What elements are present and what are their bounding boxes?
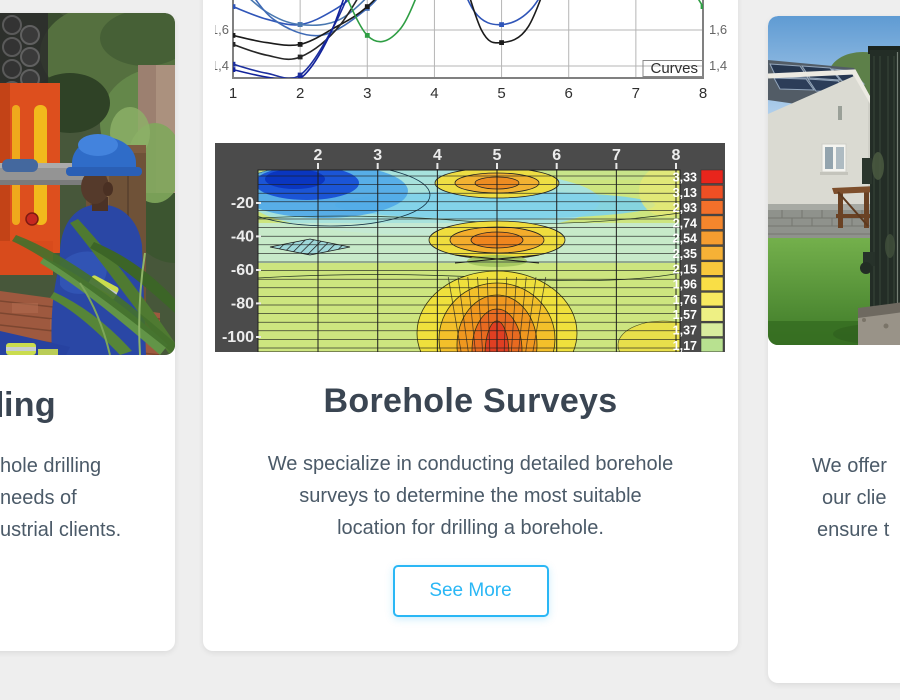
service-card-drilling: ing hole drilling needs of ustrial clien… [0, 13, 175, 651]
svg-text:3: 3 [363, 85, 371, 102]
body-line: location for drilling a borehole. [203, 512, 738, 544]
svg-text:5: 5 [497, 85, 505, 102]
svg-text:8: 8 [672, 147, 681, 164]
service-card-borehole-surveys: 1 2 3 4 5 6 7 8 1,8 1,8 1,6 1,6 1,4 1,4 Curves [203, 0, 738, 651]
center-card-body: We specialize in conducting detailed bor… [203, 448, 738, 544]
svg-text:6: 6 [565, 85, 573, 102]
house-borehole-pump-photo [768, 16, 900, 345]
drilling-rig-worker-photo-art [0, 13, 175, 355]
svg-text:3,33: 3,33 [673, 171, 697, 185]
svg-text:1,8: 1,8 [215, 0, 229, 1]
svg-text:2,74: 2,74 [673, 216, 697, 230]
left-card-body-fragment: hole drilling [0, 450, 101, 482]
svg-text:6: 6 [552, 147, 561, 164]
right-card-body-fragment: our clie [822, 482, 886, 514]
svg-text:Curves: Curves [650, 60, 698, 77]
svg-text:7: 7 [612, 147, 621, 164]
resistivity-contour-chart: 2 3 4 5 6 7 8 -20 -40 -60 -80 -100 3,333,132,932,74 2… [215, 143, 734, 352]
service-card-right: We offer our clie ensure t [768, 16, 900, 683]
body-line: We specialize in conducting detailed bor… [203, 448, 738, 480]
svg-text:1,17: 1,17 [673, 339, 697, 352]
center-card-title: Borehole Surveys [203, 382, 738, 421]
svg-text:1,4: 1,4 [215, 58, 229, 73]
svg-text:2: 2 [296, 85, 304, 102]
sounding-curves-chart: 1 2 3 4 5 6 7 8 1,8 1,8 1,6 1,6 1,4 1,4 Curves [215, 0, 734, 105]
svg-text:1,8: 1,8 [709, 0, 727, 1]
svg-text:4: 4 [430, 85, 438, 102]
svg-text:1,57: 1,57 [673, 308, 697, 322]
right-card-body-fragment: We offer [812, 450, 887, 482]
services-carousel-section: ing hole drilling needs of ustrial clien… [0, 0, 900, 700]
svg-text:1,96: 1,96 [673, 278, 697, 292]
svg-text:5: 5 [493, 147, 502, 164]
svg-text:1,37: 1,37 [673, 324, 697, 338]
svg-text:3,13: 3,13 [673, 186, 697, 200]
svg-text:2,15: 2,15 [673, 262, 697, 276]
svg-text:-80: -80 [231, 295, 254, 312]
svg-text:3: 3 [373, 147, 382, 164]
svg-text:2,93: 2,93 [673, 201, 697, 215]
svg-text:2: 2 [314, 147, 323, 164]
svg-text:-60: -60 [231, 262, 254, 279]
svg-text:1,4: 1,4 [709, 58, 727, 73]
see-more-button[interactable]: See More [393, 565, 549, 617]
svg-text:1,6: 1,6 [215, 22, 229, 37]
body-line: surveys to determine the most suitable [203, 480, 738, 512]
svg-text:-100: -100 [222, 329, 254, 346]
clipped-letter-sliver [0, 391, 2, 417]
svg-text:2,35: 2,35 [673, 247, 697, 261]
left-card-title-fragment: ing [4, 386, 56, 425]
left-card-body-fragment: needs of [0, 482, 77, 514]
house-borehole-pump-photo-art [768, 16, 900, 345]
right-card-body-fragment: ensure t [817, 514, 889, 546]
svg-text:1,6: 1,6 [709, 22, 727, 37]
svg-text:4: 4 [433, 147, 442, 164]
svg-text:8: 8 [699, 85, 707, 102]
svg-text:1: 1 [229, 85, 237, 102]
svg-text:2,54: 2,54 [673, 232, 697, 246]
left-card-body-fragment: ustrial clients. [0, 514, 121, 546]
drilling-rig-worker-photo [0, 13, 175, 355]
svg-text:-20: -20 [231, 195, 254, 212]
svg-text:-40: -40 [231, 228, 254, 245]
svg-text:7: 7 [632, 85, 640, 102]
svg-text:1,76: 1,76 [673, 293, 697, 307]
